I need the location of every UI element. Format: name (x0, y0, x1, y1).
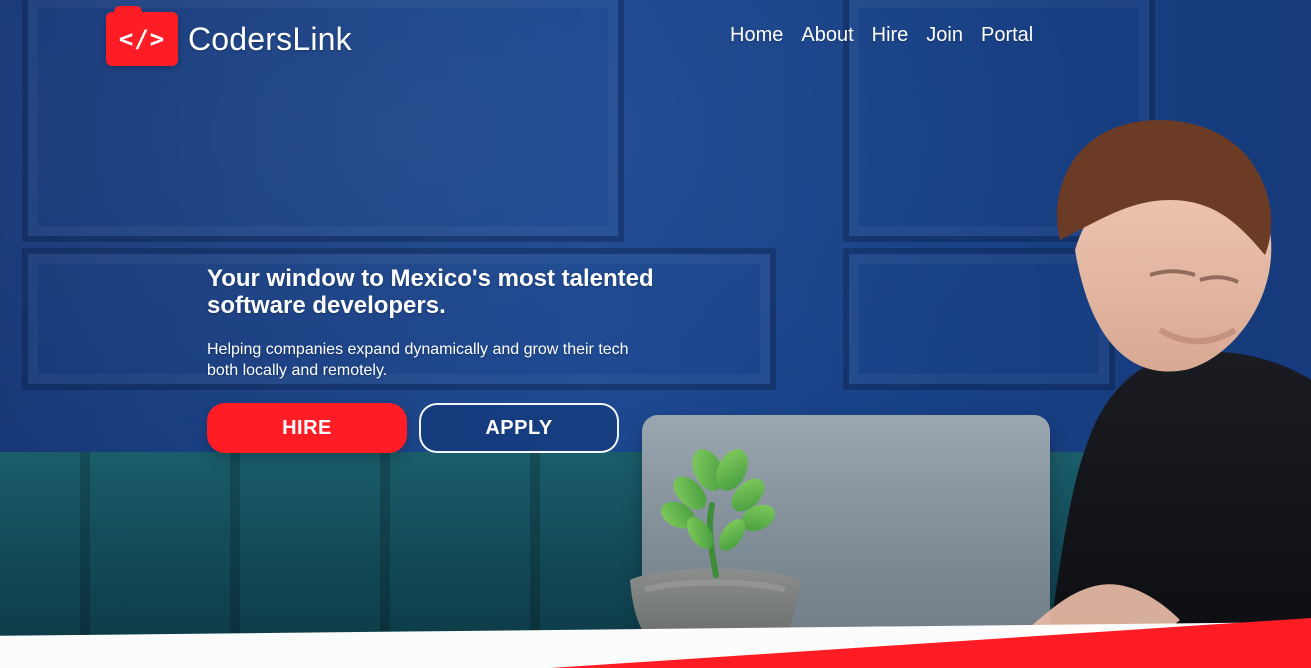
hire-button[interactable]: HIRE (207, 403, 407, 453)
hero-subtitle-line-2: both locally and remotely. (207, 362, 388, 379)
logo-glyph: </> (118, 25, 166, 53)
cta-buttons: HIRE APPLY (207, 403, 619, 453)
code-brackets-icon: </> (106, 6, 178, 66)
hero-subtitle-line-1: Helping companies expand dynamically and… (207, 341, 629, 358)
top-nav: Home About Hire Join Portal (730, 22, 1033, 48)
hero-subtitle: Helping companies expand dynamically and… (207, 339, 707, 381)
apply-button[interactable]: APPLY (419, 403, 619, 453)
hero-title: Your window to Mexico's most talented so… (207, 265, 727, 319)
hero-title-line-2: software developers. (207, 292, 446, 319)
nav-home-link[interactable]: Home (730, 22, 783, 48)
hero: Your window to Mexico's most talented so… (207, 265, 727, 381)
person-illustration (1015, 120, 1311, 668)
nav-join-link[interactable]: Join (926, 22, 963, 48)
brand-name: CodersLink (188, 20, 352, 57)
logo[interactable]: </> CodersLink (106, 6, 352, 66)
landing-page: </> CodersLink Home About Hire Join Port… (0, 0, 1311, 668)
nav-hire-link[interactable]: Hire (872, 22, 909, 48)
apple-logo-icon (828, 536, 866, 580)
nav-about-link[interactable]: About (801, 22, 853, 48)
hero-title-line-1: Your window to Mexico's most talented (207, 265, 654, 292)
nav-portal-link[interactable]: Portal (981, 22, 1033, 48)
